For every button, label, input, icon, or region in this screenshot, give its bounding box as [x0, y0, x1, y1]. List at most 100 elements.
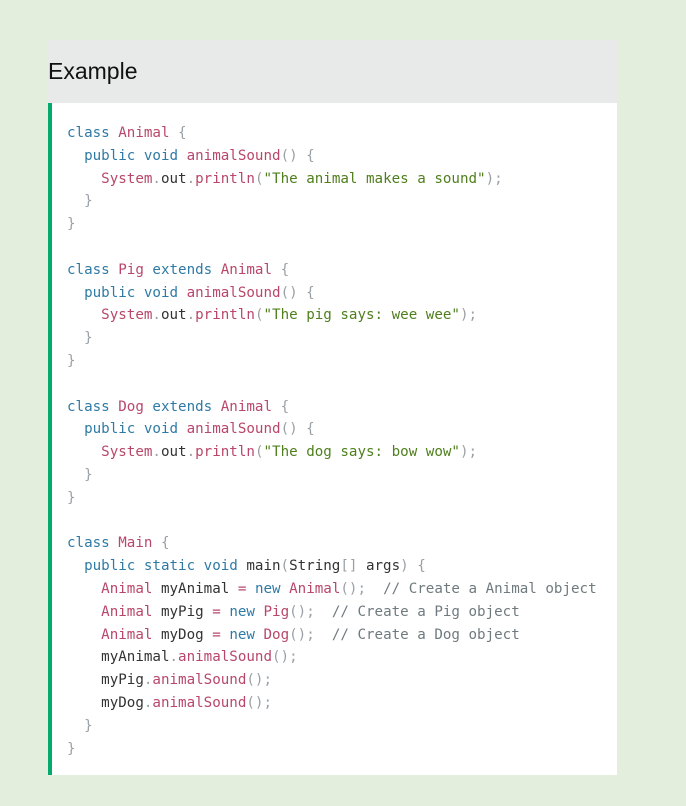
code-token: .: [152, 170, 161, 187]
code-line: Animal myDog = new Dog(); // Create a Do…: [67, 627, 520, 643]
code-line: }: [67, 490, 76, 506]
code-token: Pig: [263, 603, 290, 620]
code-token: ();: [272, 649, 298, 666]
code-token: new: [229, 626, 264, 643]
code-line: public static void main(String[] args) {: [67, 558, 426, 574]
code-token: }: [67, 330, 93, 347]
code-token: }: [67, 216, 76, 233]
code-token: ) {: [400, 558, 426, 575]
code-line: }: [67, 353, 76, 369]
code-token: ();: [340, 580, 384, 597]
code-line: }: [67, 216, 76, 232]
code-line: myDog.animalSound();: [67, 695, 272, 711]
code-line: }: [67, 718, 93, 734]
code-token: animalSound: [186, 421, 281, 438]
code-token: animalSound: [152, 694, 247, 711]
code-line: System.out.println("The pig says: wee we…: [67, 307, 477, 323]
code-token: () {: [280, 147, 315, 164]
code-line: public void animalSound() {: [67, 148, 315, 164]
code-token: Animal: [220, 398, 281, 415]
code-token: extends: [152, 398, 221, 415]
code-token: public void: [67, 421, 187, 438]
code-line: myPig.animalSound();: [67, 672, 272, 688]
code-line: }: [67, 467, 93, 483]
code-token: Pig: [118, 261, 153, 278]
code-token: }: [67, 717, 93, 734]
code-line: Animal myAnimal = new Animal(); // Creat…: [67, 580, 597, 597]
code-block[interactable]: class Animal { public void animalSound()…: [48, 103, 617, 775]
code-token: "The pig says: wee wee": [263, 307, 460, 324]
code-token: .: [186, 444, 196, 461]
code-line: }: [67, 193, 93, 209]
code-token: class: [67, 398, 119, 415]
code-token: }: [67, 193, 93, 210]
code-token: Animal: [289, 580, 341, 597]
code-token: System: [67, 170, 153, 187]
code-token: myAnimal: [160, 580, 238, 597]
code-line: class Animal {: [67, 125, 187, 141]
code-token: System: [67, 444, 153, 461]
code-token: args: [365, 558, 401, 575]
code-token: println: [195, 444, 255, 461]
code-line: myAnimal.animalSound();: [67, 649, 298, 666]
code-token: Animal: [67, 626, 161, 643]
code-token: public void: [67, 147, 187, 164]
code-token: System: [67, 307, 153, 324]
code-token: public static void: [67, 558, 247, 575]
code-token: {: [178, 125, 187, 141]
code-token: "The animal makes a sound": [263, 170, 486, 187]
code-token: println: [195, 170, 255, 187]
code-token: (: [280, 558, 290, 575]
example-title: Example: [48, 58, 138, 84]
code-token: // Create a Pig object: [331, 603, 520, 620]
code-token: =: [212, 603, 230, 620]
code-token: Dog: [118, 398, 153, 415]
code-token: // Create a Animal object: [383, 580, 597, 597]
code-token: myDog: [160, 626, 213, 643]
code-token: Animal: [118, 125, 179, 141]
code-token: () {: [280, 284, 315, 301]
code-token: class: [67, 125, 119, 141]
code-line: }: [67, 741, 76, 757]
code-text[interactable]: class Animal { public void animalSound()…: [52, 103, 617, 760]
code-token: main: [246, 558, 281, 575]
code-line: public void animalSound() {: [67, 285, 315, 301]
code-token: }: [67, 352, 76, 369]
code-token: out: [160, 444, 187, 461]
code-token: myPig: [160, 603, 213, 620]
code-token: .: [186, 307, 196, 324]
code-token: ();: [289, 603, 332, 620]
code-token: }: [67, 740, 76, 757]
code-token: out: [160, 170, 187, 187]
code-token: new: [254, 580, 290, 597]
code-token: );: [485, 170, 503, 187]
code-token: .: [152, 444, 161, 461]
code-token: class: [67, 535, 119, 552]
code-token: myPig: [67, 672, 144, 689]
code-line: System.out.println("The animal makes a s…: [67, 171, 503, 187]
code-line: class Dog extends Animal {: [67, 399, 289, 415]
code-token: .: [169, 649, 179, 666]
code-token: =: [212, 626, 230, 643]
code-token: myDog: [67, 694, 144, 711]
code-token: }: [67, 466, 93, 483]
code-token: () {: [280, 421, 315, 438]
code-token: ();: [246, 672, 273, 689]
code-token: ();: [246, 694, 273, 711]
code-token: {: [280, 261, 290, 278]
code-token: Main: [118, 535, 161, 552]
code-token: public void: [67, 284, 187, 301]
code-token: animalSound: [186, 147, 281, 164]
code-token: }: [67, 489, 76, 506]
code-token: extends: [152, 261, 221, 278]
code-token: {: [160, 535, 170, 552]
code-token: .: [186, 170, 196, 187]
code-token: // Create a Dog object: [331, 626, 520, 643]
example-header: Example: [48, 40, 617, 103]
code-token: animalSound: [152, 672, 247, 689]
code-token: animalSound: [186, 284, 281, 301]
example-panel: Example class Animal { public void anima…: [48, 40, 617, 775]
code-token: animalSound: [178, 649, 273, 666]
code-token: Dog: [263, 626, 290, 643]
code-token: println: [195, 307, 255, 324]
